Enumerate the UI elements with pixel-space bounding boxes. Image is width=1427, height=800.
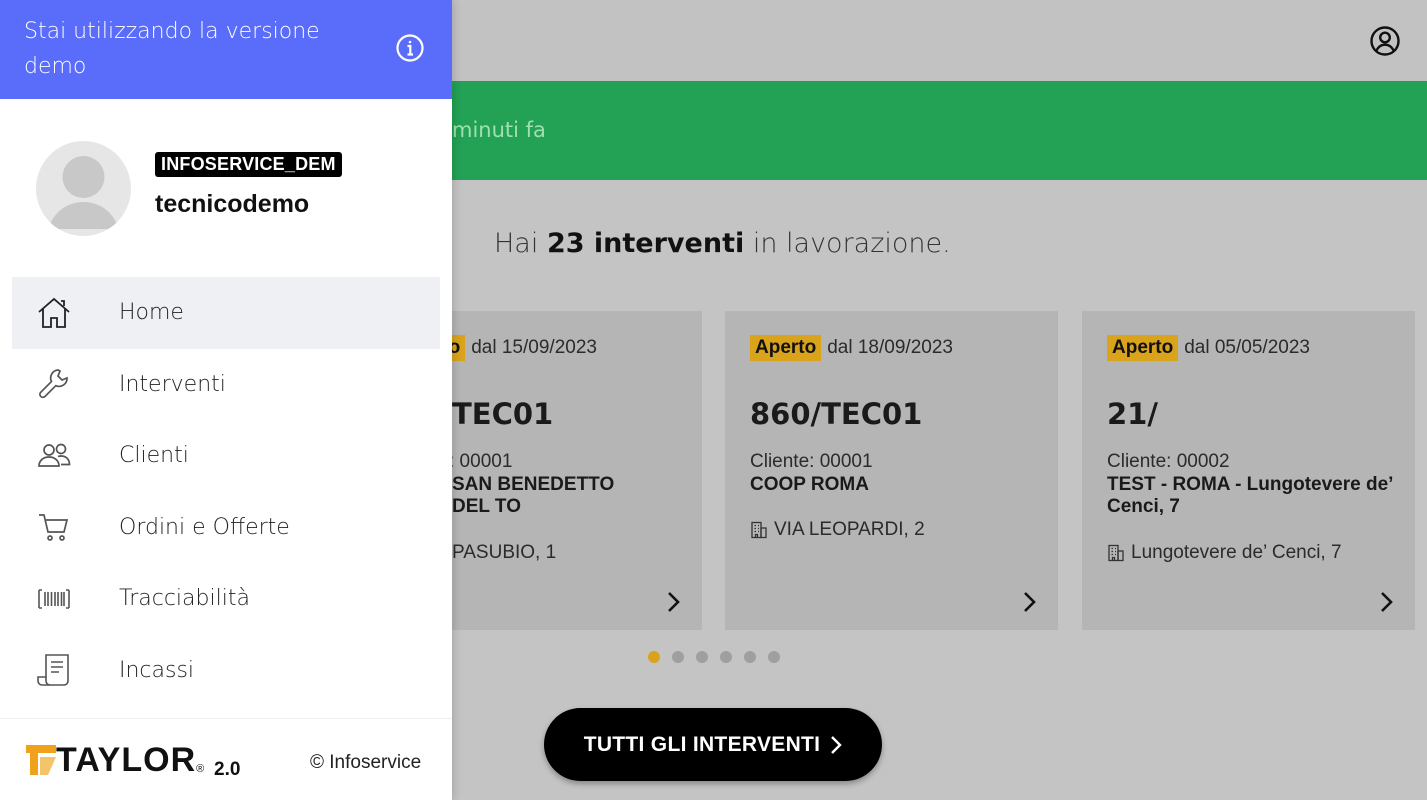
status-badge: Aperto xyxy=(1107,335,1179,361)
intervention-card[interactable]: Aperto dal 05/05/2023 21/ Cliente: 00002… xyxy=(1082,311,1415,630)
card-address-text: Lungotevere de’ Cenci, 7 xyxy=(1131,542,1342,563)
card-client-name: TEST - ROMA - Lungotevere de’ Cenci, 7 xyxy=(1107,474,1393,517)
receipt-icon xyxy=(36,652,72,688)
building-icon xyxy=(751,521,767,539)
all-interventions-label: TUTTI GLI INTERVENTI xyxy=(583,732,821,756)
intervention-card[interactable]: Aperto dal 18/09/2023 860/TEC01 Cliente:… xyxy=(725,311,1058,630)
company-badge: INFOSERVICE_DEM xyxy=(155,152,342,177)
card-date: dal 18/09/2023 xyxy=(827,337,953,358)
card-address: PASUBIO, 1 xyxy=(452,542,556,564)
card-address: VIA LEOPARDI, 2 xyxy=(750,519,925,541)
card-client-code: Cliente: 00001 xyxy=(750,451,873,472)
all-interventions-button[interactable]: TUTTI GLI INTERVENTI xyxy=(544,708,882,781)
user-placeholder-icon xyxy=(48,156,119,229)
barcode-icon xyxy=(36,581,72,617)
card-client-code: : 00001 xyxy=(449,451,513,472)
status-badge: Aperto xyxy=(750,335,822,361)
building-icon xyxy=(1108,544,1124,562)
info-icon xyxy=(396,34,424,62)
copyright: © Infoservice xyxy=(310,752,422,773)
menu-item-ordini[interactable]: Ordini e Offerte xyxy=(12,492,440,564)
chevron-right-icon xyxy=(668,592,680,612)
menu-label: Home xyxy=(119,300,184,326)
pagination-dot[interactable] xyxy=(720,651,732,663)
summary-suffix: in lavorazione. xyxy=(752,228,951,259)
pagination-dot[interactable] xyxy=(648,651,660,663)
account-icon xyxy=(1370,26,1400,56)
card-date: dal 15/09/2023 xyxy=(471,337,597,358)
card-address-text: VIA LEOPARDI, 2 xyxy=(774,519,925,540)
summary-prefix: Hai xyxy=(494,228,539,259)
menu-item-tracciabilita[interactable]: Tracciabilità xyxy=(12,563,440,635)
pagination-dot[interactable] xyxy=(768,651,780,663)
pagination-dot[interactable] xyxy=(744,651,756,663)
card-address-text: PASUBIO, 1 xyxy=(452,542,557,563)
card-number: 860/TEC01 xyxy=(750,397,923,431)
menu-label: Ordini e Offerte xyxy=(119,514,290,540)
menu-label: Clienti xyxy=(119,443,189,469)
card-client-code: Cliente: 00002 xyxy=(1107,451,1230,472)
drawer-menu: Home Interventi Clienti Ordini e Offerte… xyxy=(12,277,440,706)
home-icon xyxy=(36,295,72,331)
logo-mark-icon xyxy=(26,745,56,775)
pagination-dot[interactable] xyxy=(672,651,684,663)
chevron-right-icon xyxy=(1381,592,1393,612)
menu-label: Incassi xyxy=(119,657,195,683)
taylor-logo: TAYLOR ® xyxy=(26,741,205,779)
username: tecnicodemo xyxy=(155,190,310,218)
drawer-footer: TAYLOR ® 2.0 © Infoservice xyxy=(0,718,452,800)
wrench-icon xyxy=(36,366,72,402)
registered-mark: ® xyxy=(196,763,205,775)
logo-wordmark: TAYLOR xyxy=(56,741,197,779)
users-icon xyxy=(36,438,72,474)
menu-item-home[interactable]: Home xyxy=(12,277,440,349)
card-client-name: COOP ROMA xyxy=(750,474,869,495)
demo-banner-text: Stai utilizzando la versione demo xyxy=(24,19,320,79)
summary-count: 23 interventi xyxy=(546,228,745,259)
card-status: Aperto dal 18/09/2023 xyxy=(750,335,953,361)
avatar xyxy=(36,141,131,236)
menu-item-interventi[interactable]: Interventi xyxy=(12,349,440,421)
card-status: Aperto dal 05/05/2023 xyxy=(1107,335,1310,361)
carousel-pagination xyxy=(648,651,780,663)
chevron-right-icon xyxy=(1024,592,1036,612)
chevron-right-icon xyxy=(831,735,843,754)
card-client-name: SAN BENEDETTO DEL TO xyxy=(452,474,615,517)
card-date: dal 05/05/2023 xyxy=(1184,337,1310,358)
app-version: 2.0 xyxy=(214,759,241,780)
menu-label: Interventi xyxy=(119,371,226,397)
demo-banner: Stai utilizzando la versione demo xyxy=(0,0,452,99)
info-button[interactable] xyxy=(394,32,426,64)
cart-icon xyxy=(36,509,72,545)
menu-item-incassi[interactable]: Incassi xyxy=(12,635,440,707)
pagination-dot[interactable] xyxy=(696,651,708,663)
menu-item-clienti[interactable]: Clienti xyxy=(12,420,440,492)
account-button[interactable] xyxy=(1366,22,1404,60)
card-number: 21/ xyxy=(1107,397,1158,431)
sync-status-text: minuti fa xyxy=(452,118,546,142)
card-number: TEC01 xyxy=(452,397,554,431)
navigation-drawer: Stai utilizzando la versione demo INFOSE… xyxy=(0,0,452,800)
menu-label: Tracciabilità xyxy=(119,586,250,612)
interventions-summary: Hai 23 interventi in lavorazione. xyxy=(494,228,951,259)
card-address: Lungotevere de’ Cenci, 7 xyxy=(1107,542,1342,564)
